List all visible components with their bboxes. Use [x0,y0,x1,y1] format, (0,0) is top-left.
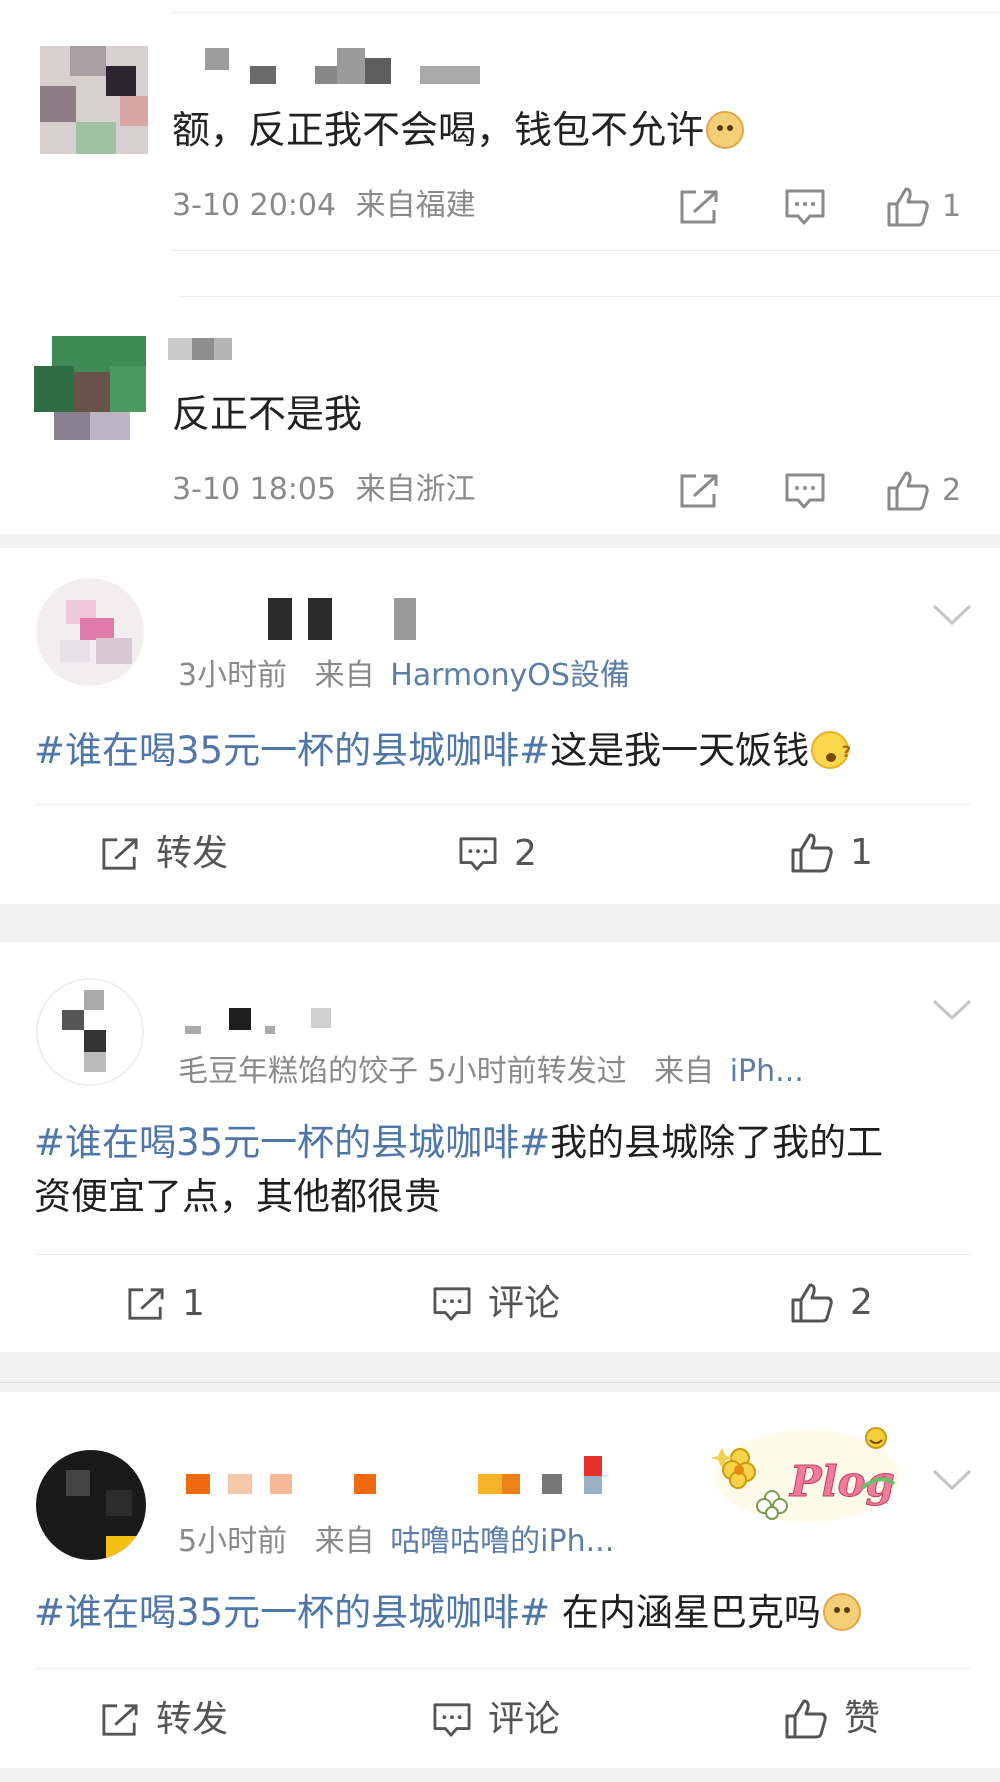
repost-button[interactable]: 转发 [100,834,228,874]
post-text: #谁在喝35元一杯的县城咖啡# 在内涵星巴克吗 [34,1586,974,1640]
post-text: #谁在喝35元一杯的县城咖啡#我的县城除了我的工 资便宜了点，其他都很贵 [34,1121,884,1218]
comment-icon [785,473,825,509]
plog-sticker: Plog [712,1427,899,1522]
repost-label: 转发 [156,1699,229,1740]
comment-button[interactable]: 评论 [432,1700,560,1740]
chevron-down-icon[interactable] [932,603,972,627]
post-source[interactable]: iPh... [730,1054,804,1089]
like-button[interactable]: 2 [886,470,961,512]
comment-button[interactable]: 2 [458,834,537,874]
username-redacted[interactable] [168,338,248,368]
topic-link[interactable]: #谁在喝35元一杯的县城咖啡# [34,729,550,772]
doge-emoji [706,111,745,149]
share-icon [680,474,718,508]
chevron-down-icon[interactable] [932,1468,972,1492]
post-source[interactable]: HarmonyOS設備 [390,658,630,693]
wonder-emoji [811,725,851,779]
thumbs-up-icon [887,187,929,227]
comment-meta: 3-10 20:04 来自福建 [172,188,476,224]
reply-button[interactable] [784,472,826,510]
comment-label: 评论 [488,1699,561,1740]
topic-link[interactable]: #谁在喝35元一杯的县城咖啡# [34,1121,550,1164]
comment-location: 来自浙江 [355,472,476,507]
repost-count: 1 [182,1283,205,1324]
comment-icon [459,837,497,871]
like-count: 1 [942,189,962,224]
like-count: 2 [942,473,962,508]
comment-divider [180,296,1000,297]
like-label: 赞 [844,1698,881,1739]
username-redacted[interactable] [268,598,428,640]
share-icon [102,838,138,870]
share-icon [128,1288,164,1320]
share-button[interactable] [678,188,720,226]
section-gap [0,1352,1000,1392]
post-time: 5小时前 [178,1524,288,1559]
gap-line [0,1382,1000,1383]
top-divider [170,12,1000,13]
comment-count: 2 [514,833,537,874]
post-meta: 5小时前 来自 咕噜咕噜的iPh... [178,1524,614,1560]
thumbs-up-icon [791,833,833,873]
comment-label: 评论 [488,1283,561,1324]
like-count: 1 [850,832,873,873]
like-button[interactable]: 2 [790,1282,873,1324]
chevron-down-icon[interactable] [932,998,972,1022]
from-label: 来自 [314,1524,375,1559]
avatar[interactable] [36,978,144,1086]
post-divider [34,1254,970,1255]
comment-divider [170,250,1000,251]
like-button[interactable]: 赞 [784,1698,880,1740]
username-redacted[interactable] [205,48,505,84]
share-icon [102,1704,138,1736]
doge-emoji [822,1593,861,1631]
comment-time: 3-10 20:04 [172,188,337,223]
avatar[interactable] [36,1450,146,1560]
comment-icon [433,1287,471,1321]
like-count: 2 [850,1282,873,1323]
repost-label: 转发 [156,833,229,874]
thumbs-up-icon [791,1283,833,1323]
comment-icon [433,1703,471,1737]
topic-link[interactable]: #谁在喝35元一杯的县城咖啡# [34,1591,550,1634]
from-label: 来自 [654,1054,715,1089]
username-redacted[interactable] [186,1456,606,1494]
comment-icon [785,189,825,225]
comment-meta: 3-10 18:05 来自浙江 [172,472,476,508]
post-text: #谁在喝35元一杯的县城咖啡#这是我一天饭钱 [34,724,974,779]
thumbs-up-icon [887,471,929,511]
post-divider [34,804,970,805]
share-icon [680,190,718,224]
post-source[interactable]: 咕噜咕噜的iPh... [390,1524,614,1559]
comment-time: 3-10 18:05 [172,472,337,507]
reply-button[interactable] [784,188,826,226]
repost-button[interactable]: 转发 [100,1700,228,1740]
comment-text: 额，反正我不会喝，钱包不允许 [172,106,745,154]
from-label: 来自 [314,658,375,693]
avatar[interactable] [40,46,148,154]
post-divider [34,1668,970,1669]
comment-button[interactable]: 评论 [432,1284,560,1324]
like-button[interactable]: 1 [886,186,961,228]
post-meta: 3小时前 来自 HarmonyOS設備 [178,658,630,694]
section-gap [0,534,1000,548]
username-redacted[interactable] [185,1004,345,1034]
comment-text: 反正不是我 [172,392,363,436]
section-gap [0,1768,1000,1782]
repost-button[interactable]: 1 [126,1284,205,1324]
post-time: 3小时前 [178,658,288,693]
repost-info: 毛豆年糕馅的饺子 5小时前转发过 [178,1054,627,1089]
avatar[interactable] [36,578,144,686]
comment-location: 来自福建 [355,188,476,223]
share-button[interactable] [678,472,720,510]
post-meta: 毛豆年糕馅的饺子 5小时前转发过 来自 iPh... [178,1054,804,1090]
like-button[interactable]: 1 [790,832,873,874]
thumbs-up-icon [785,1699,827,1739]
avatar[interactable] [34,336,146,444]
section-gap [0,904,1000,942]
